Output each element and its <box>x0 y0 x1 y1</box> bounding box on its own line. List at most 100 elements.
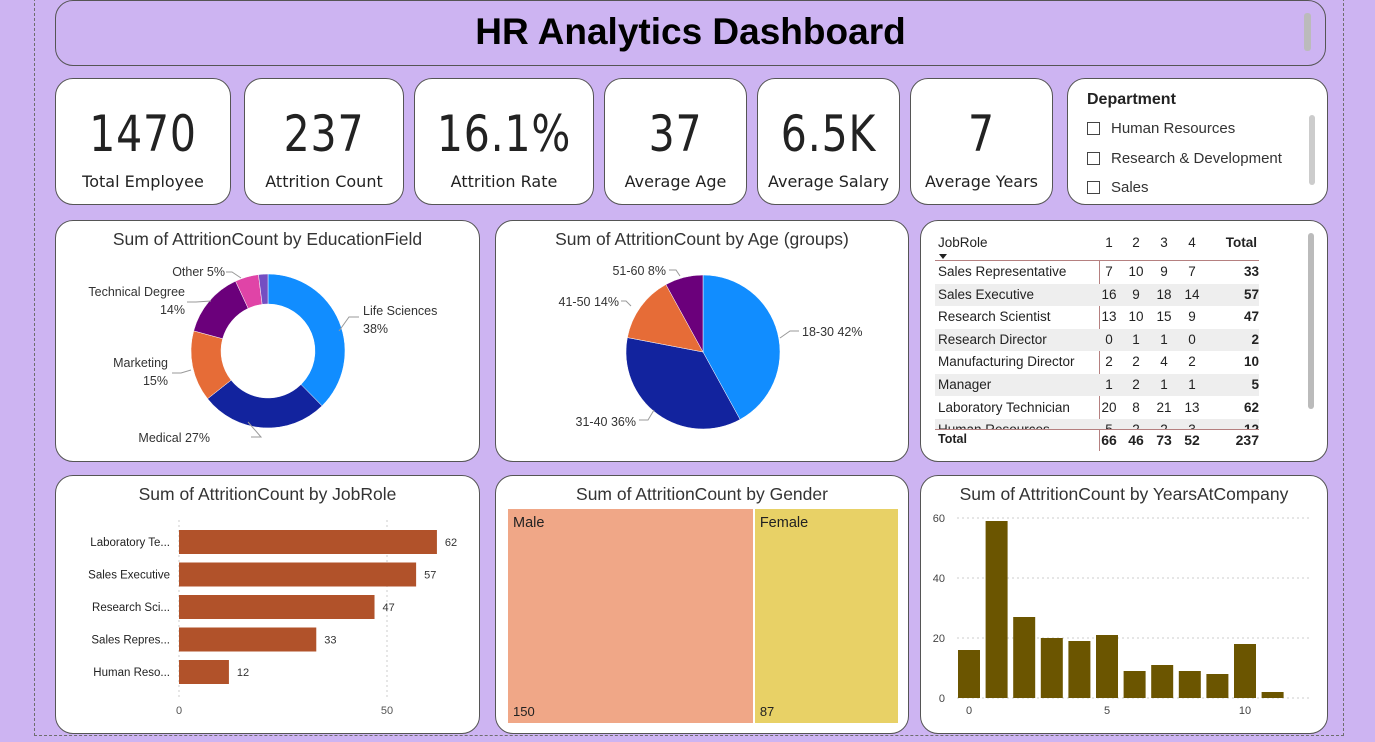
slice-label-marketing: Marketing <box>113 356 168 370</box>
bar-1 <box>179 562 417 587</box>
treemap-tile-male[interactable]: Male 150 <box>508 509 753 723</box>
kpi-value: 237 <box>283 105 365 163</box>
row-total: 57 <box>1243 286 1259 302</box>
matrix-scrollbar[interactable] <box>1308 233 1314 409</box>
row-jobrole: Manager <box>938 377 992 392</box>
table-row[interactable]: Manager 1 2 1 1 5 <box>935 374 1259 396</box>
total-row-cell: 73 <box>1156 432 1172 448</box>
gender-treemap: Male 150 Female 87 <box>508 509 898 723</box>
data-label: 33 <box>324 635 336 647</box>
kpi-card-average-age[interactable]: 37 Average Age <box>604 78 747 205</box>
treemap-value: 87 <box>759 704 775 719</box>
kpi-card-average-years[interactable]: 7 Average Years <box>910 78 1053 205</box>
checkbox[interactable] <box>1087 181 1100 194</box>
checkbox[interactable] <box>1087 122 1100 135</box>
matrix-header-col: 2 <box>1132 235 1140 250</box>
kpi-card-total-employee[interactable]: 1470 Total Employee <box>55 78 231 205</box>
row-cell: 16 <box>1101 286 1117 302</box>
slicer-item-sales[interactable]: Sales <box>1087 179 1149 196</box>
row-cell: 2 <box>1105 354 1113 370</box>
jobrole-matrix[interactable]: JobRole 1 2 3 4 Total Sales Representative 7 10 9… <box>920 220 1328 462</box>
matrix-header-col: 3 <box>1160 235 1168 250</box>
total-row-cell: 52 <box>1184 432 1200 448</box>
table-row[interactable]: Sales Representative 7 10 9 7 33 <box>935 261 1259 283</box>
row-cell: 1 <box>1160 377 1168 392</box>
table-row[interactable]: Research Director 0 1 1 0 2 <box>935 328 1259 351</box>
chart-gender[interactable]: Sum of AttritionCount by Gender Male 150 F… <box>495 475 909 734</box>
matrix-header-jobrole: JobRole <box>938 235 988 250</box>
kpi-card-average-salary[interactable]: 6.5K Average Salary <box>757 78 900 205</box>
slicer-item-human-resources[interactable]: Human Resources <box>1087 120 1235 137</box>
slice-label-31-40: 31-40 36% <box>576 415 636 429</box>
slice-label-41-50: 41-50 14% <box>559 295 619 309</box>
total-row-cell: 237 <box>1235 432 1259 448</box>
row-cell: 9 <box>1132 286 1140 302</box>
years-bar-svg: 0 20 40 60 0 5 10 <box>933 513 1311 717</box>
bar-9 <box>1206 674 1229 698</box>
row-cell: 2 <box>1126 422 1146 429</box>
row-jobrole: Research Scientist <box>938 309 1051 325</box>
data-label: 57 <box>424 570 436 582</box>
x-tick-label: 0 <box>966 705 972 717</box>
bar-10 <box>1234 644 1256 698</box>
kpi-card-attrition-rate[interactable]: 16.1% Attrition Rate <box>414 78 594 205</box>
table-row[interactable]: Manufacturing Director 2 2 4 2 10 <box>935 351 1259 373</box>
table-row[interactable]: Human Resources522312 <box>935 419 1259 429</box>
category-label: Sales Executive <box>88 570 170 582</box>
row-total: 12 <box>1219 422 1259 429</box>
chart-jobrole[interactable]: Sum of AttritionCount by JobRole Laborat… <box>55 475 480 734</box>
matrix-rows-viewport: Sales Representative 7 10 9 7 33 Sales Executi… <box>921 261 1327 429</box>
table-row[interactable]: Research Scientist 13 10 15 9 47 <box>935 306 1259 328</box>
leader-line <box>187 300 212 303</box>
slice-label-life-sciences: Life Sciences <box>363 304 437 318</box>
table-row[interactable]: Sales Executive 16 9 18 14 57 <box>935 283 1259 306</box>
row-cell: 7 <box>1188 264 1196 279</box>
slicer-scrollbar[interactable] <box>1309 115 1315 185</box>
row-cell: 2 <box>1188 354 1196 370</box>
checkbox[interactable] <box>1087 152 1100 165</box>
row-total: 47 <box>1243 309 1259 325</box>
kpi-label: Total Employee <box>82 172 204 191</box>
treemap-tile-female[interactable]: Female 87 <box>754 509 898 723</box>
row-cell: 14 <box>1184 286 1200 302</box>
slicer-item-research-development[interactable]: Research & Development <box>1087 150 1282 167</box>
row-cell: 1 <box>1132 331 1140 347</box>
row-cell: 21 <box>1156 399 1172 415</box>
chart-education-field[interactable]: Sum of AttritionCount by EducationField … <box>55 220 480 462</box>
slice-label-medical: Medical 27% <box>138 431 210 445</box>
bar-8 <box>1178 671 1201 698</box>
row-cell: 1 <box>1160 331 1168 347</box>
header-scrollbar[interactable] <box>1304 13 1311 51</box>
row-cell: 2 <box>1132 354 1140 370</box>
header-banner: HR Analytics Dashboard <box>55 0 1326 66</box>
bar-0 <box>179 530 437 554</box>
row-cell: 1 <box>1105 377 1113 392</box>
row-cell: 5 <box>1099 422 1119 429</box>
kpi-card-attrition-count[interactable]: 237 Attrition Count <box>244 78 404 205</box>
sort-arrow-icon[interactable] <box>939 254 947 259</box>
slicer-item-label: Research & Development <box>1111 150 1282 167</box>
treemap-label: Female <box>759 515 809 531</box>
kpi-value: 6.5K <box>780 105 877 163</box>
row-cell: 0 <box>1188 331 1196 347</box>
category-label: Human Reso... <box>93 667 170 679</box>
category-label: Research Sci... <box>92 602 170 614</box>
slice-label-other: Other 5% <box>172 265 225 279</box>
row-total: 5 <box>1251 377 1259 392</box>
table-row[interactable]: Laboratory Technician 20 8 21 13 62 <box>935 397 1259 419</box>
row-jobrole: Research Director <box>938 331 1047 347</box>
bar-0 <box>958 650 980 698</box>
leader-line <box>639 409 655 421</box>
row-cell: 4 <box>1160 354 1168 370</box>
row-total: 62 <box>1243 399 1259 415</box>
row-cell: 13 <box>1101 309 1117 325</box>
department-slicer[interactable]: Department Human Resources Research & De… <box>1067 78 1328 205</box>
leader-line <box>669 269 681 277</box>
pie-slice-0 <box>267 273 346 407</box>
kpi-value: 7 <box>968 105 995 163</box>
bar-5 <box>1096 635 1118 698</box>
age-pie-svg: 18-30 42% 31-40 36% 41-50 14% 51-60 8% <box>559 264 862 430</box>
chart-years-at-company[interactable]: Sum of AttritionCount by YearsAtCompany … <box>920 475 1328 734</box>
chart-age-groups[interactable]: Sum of AttritionCount by Age (groups) 18… <box>495 220 909 462</box>
y-tick-label: 60 <box>933 513 945 525</box>
